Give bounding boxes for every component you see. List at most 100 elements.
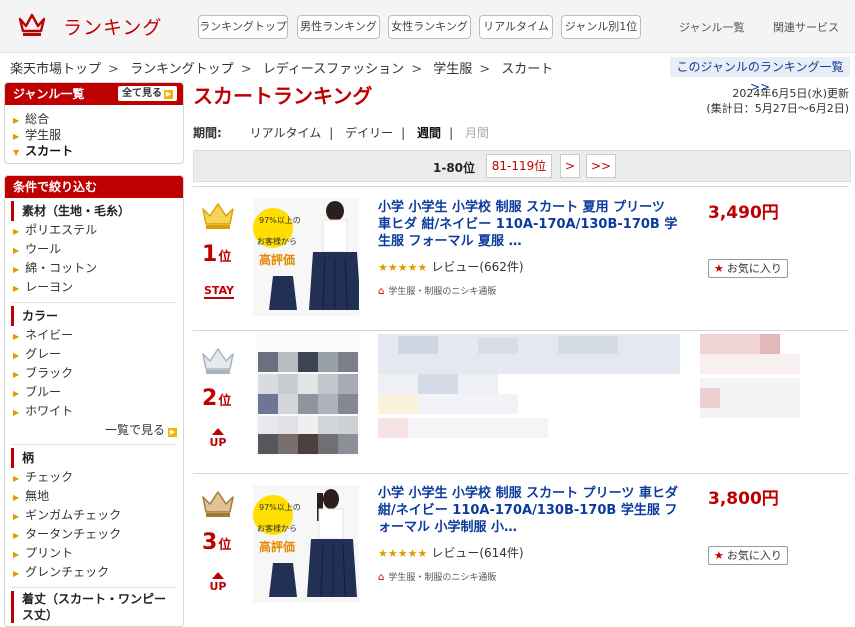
see-all-button[interactable]: 全て見る ▶ [118,86,177,101]
filter-item[interactable]: ▶ 綿・コットン [5,259,183,278]
nav-men-ranking[interactable]: 男性ランキング [297,15,380,39]
sidebar-item-uniform[interactable]: ▶ 学生服 [5,127,183,143]
genre-list-link[interactable]: ジャンル一覧 [679,19,744,35]
filter-item[interactable]: ▶ ギンガムチェック [5,506,183,525]
bullet-icon: ▶ [13,246,20,255]
breadcrumb-item[interactable]: ランキングトップ [130,62,234,77]
arrow-right-icon: ▶ [168,428,177,437]
related-services-link[interactable]: 関連サービス [773,19,839,35]
period-label: 期間: [193,126,222,140]
current-page-range: 1-80位 [433,161,476,175]
favorite-button[interactable]: ★ お気に入り [708,259,788,278]
bullet-icon: ▶ [13,493,20,502]
bullet-icon: ▶ [13,408,20,417]
filter-item[interactable]: ▶ レーヨン [5,278,183,297]
bullet-icon: ▶ [13,389,20,398]
badge-line-2: お客様から [257,236,297,246]
filter-item[interactable]: ▶ ホワイト [5,402,183,421]
bullet-icon: ▶ [13,116,20,125]
filter-item[interactable]: ▶ グレンチェック [5,563,183,582]
bullet-icon: ▶ [13,474,20,483]
pagination: 1-80位 81-119位 > >> [193,150,851,182]
product-title-link[interactable]: 小学 小学生 小学校 制服 スカート 夏用 プリーツ 車ヒダ 紺/ネイビー 11… [378,199,680,250]
filter-item[interactable]: ▶ ネイビー [5,326,183,345]
star-icon: ★ [714,262,724,275]
update-info: 2024年6月5日(水)更新 (集計日：5月27日〜6月2日) [706,86,849,116]
filter-item[interactable]: ▶ タータンチェック [5,525,183,544]
divider [11,302,177,303]
filter-item[interactable]: ▶ 無地 [5,487,183,506]
divider [193,186,849,187]
badge-line-3: 高評価 [259,252,295,267]
filter-material-title: 素材（生地・毛糸） [11,201,177,221]
divider [193,473,849,474]
nav-women-ranking[interactable]: 女性ランキング [388,15,471,39]
blurred-price [700,334,800,418]
breadcrumb-item[interactable]: レディースファッション [263,62,404,77]
blurred-product-image[interactable] [256,334,360,456]
filter-item[interactable]: ▶ ウール [5,240,183,259]
product-photo-icon: 97%以上の お客様から 高評価 [253,198,359,316]
period-monthly: 月間 [464,126,489,140]
breadcrumb-item[interactable]: 楽天市場トップ [10,62,101,77]
crown-logo-icon[interactable] [18,11,46,37]
top-bar: ランキング ランキングトップ 男性ランキング 女性ランキング リアルタイム ジャ… [0,0,855,53]
see-list-link[interactable]: 一覧で見る ▶ [5,421,183,439]
period-weekly[interactable]: 週間 [417,126,441,140]
bullet-icon: ▶ [13,351,20,360]
rating[interactable]: ★★★★★ レビュー(662件) [378,258,524,275]
next-range-button[interactable]: 81-119位 [486,154,552,178]
filter-item[interactable]: ▶ ポリエステル [5,221,183,240]
filter-item[interactable]: ▶ チェック [5,468,183,487]
product-photo-icon: 97%以上の お客様から 高評価 [253,485,359,603]
next-page-button[interactable]: > [560,154,580,178]
nav-genre-first[interactable]: ジャンル別1位 [561,15,641,39]
badge-line-2: お客様から [257,523,297,533]
genre-ranking-list-link[interactable]: このジャンルのランキング一覧 >> [670,57,850,94]
bullet-icon: ▶ [13,332,20,341]
breadcrumb-item[interactable]: 学生服 [433,62,472,77]
logo-text[interactable]: ランキング [63,13,162,40]
filter-item[interactable]: ▶ ブルー [5,383,183,402]
filter-color-title: カラー [11,306,177,326]
last-page-button[interactable]: >> [586,154,616,178]
product-price: 3,800円 [708,489,779,509]
rating[interactable]: ★★★★★ レビュー(614件) [378,544,524,561]
badge-line-1: 97%以上の [259,503,301,512]
shop-link[interactable]: ⌂ 学生服・制服のニシキ通販 [378,284,496,297]
period-realtime[interactable]: リアルタイム [250,126,322,140]
filter-item[interactable]: ▶ ブラック [5,364,183,383]
bullet-icon: ▶ [13,531,20,540]
update-date: 2024年6月5日(水)更新 [732,87,849,100]
period-daily[interactable]: デイリー [345,126,393,140]
genre-list-box: ジャンル一覧 全て見る ▶ ▶ 総合 ▶ 学生服 ▼ スカート [4,82,184,164]
page-title: スカートランキング [193,84,373,108]
rank-status-up: UP [209,428,227,449]
divider [11,444,177,445]
nav-realtime[interactable]: リアルタイム [479,15,553,39]
star-rating-icon: ★★★★★ [378,261,428,274]
favorite-button[interactable]: ★ お気に入り [708,546,788,565]
bullet-icon: ▶ [13,265,20,274]
sidebar-item-skirt[interactable]: ▼ スカート [5,143,183,159]
product-image[interactable]: 97%以上の お客様から 高評価 [253,198,359,316]
product-image[interactable]: 97%以上の お客様から 高評価 [253,485,359,603]
sidebar-item-total[interactable]: ▶ 総合 [5,111,183,127]
filter-item[interactable]: ▶ グレー [5,345,183,364]
nav-ranking-top[interactable]: ランキングトップ [198,15,288,39]
rank-status-up: UP [209,572,227,593]
filter-length-title: 着丈（スカート・ワンピース丈） [11,591,177,623]
bullet-icon: ▶ [13,227,20,236]
product-title-link[interactable]: 小学 小学生 小学校 制服 スカート プリーツ 車ヒダ 紺/ネイビー 110A-… [378,485,680,536]
up-arrow-icon [212,572,224,579]
up-arrow-icon [212,428,224,435]
filter-item[interactable]: ▶ プリント [5,544,183,563]
shop-link[interactable]: ⌂ 学生服・制服のニシキ通販 [378,570,496,583]
breadcrumb-item[interactable]: スカート [501,62,553,77]
blurred-product-title [378,334,680,438]
bullet-icon: ▶ [13,370,20,379]
review-count[interactable]: レビュー(614件) [431,546,523,560]
product-price: 3,490円 [708,203,779,223]
review-count[interactable]: レビュー(662件) [431,260,523,274]
genre-list-heading: ジャンル一覧 全て見る ▶ [5,83,183,105]
